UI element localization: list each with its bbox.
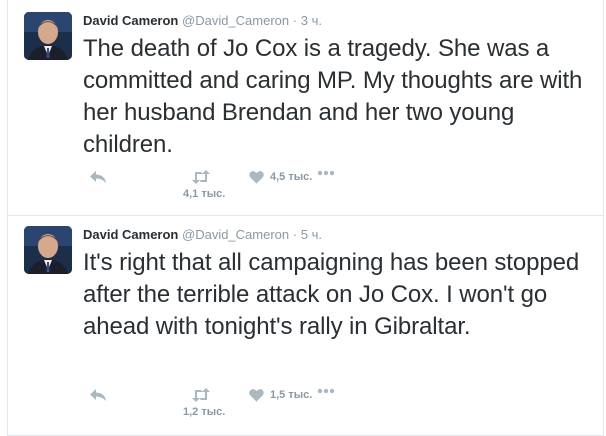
tweet-actions: 1,2 тыс. 1,5 тыс. xyxy=(83,384,383,424)
tweet-header: David Cameron @David_Cameron · 5 ч. xyxy=(83,226,322,244)
avatar[interactable] xyxy=(24,226,72,274)
reply-button[interactable] xyxy=(89,388,107,402)
reply-icon xyxy=(89,388,107,402)
retweet-count: 4,1 тыс. xyxy=(183,188,226,200)
retweet-button[interactable] xyxy=(191,170,211,184)
timeline: David Cameron @David_Cameron · 3 ч. The … xyxy=(7,0,604,436)
author-handle[interactable]: @David_Cameron xyxy=(182,13,289,28)
tweet-actions: 4,1 тыс. 4,5 тыс. xyxy=(83,166,383,206)
timestamp[interactable]: 5 ч. xyxy=(301,227,322,242)
author-name[interactable]: David Cameron xyxy=(83,13,178,28)
retweet-count: 1,2 тыс. xyxy=(183,406,226,418)
tweet-header: David Cameron @David_Cameron · 3 ч. xyxy=(83,12,322,30)
tweet[interactable]: David Cameron @David_Cameron · 5 ч. It's… xyxy=(8,216,603,436)
retweet-button[interactable] xyxy=(191,388,211,402)
retweet-icon xyxy=(191,170,211,184)
separator: · xyxy=(292,13,298,28)
more-button[interactable] xyxy=(317,388,335,394)
like-button[interactable]: 1,5 тыс. xyxy=(249,388,312,402)
reply-button[interactable] xyxy=(89,170,107,184)
like-count: 1,5 тыс. xyxy=(270,389,313,401)
tweet[interactable]: David Cameron @David_Cameron · 3 ч. The … xyxy=(8,0,603,216)
timestamp[interactable]: 3 ч. xyxy=(301,13,322,28)
separator: · xyxy=(292,227,298,242)
author-handle[interactable]: @David_Cameron xyxy=(182,227,289,242)
more-icon xyxy=(317,388,335,394)
heart-icon xyxy=(249,388,264,402)
more-icon xyxy=(317,170,335,176)
like-button[interactable]: 4,5 тыс. xyxy=(249,170,312,184)
more-button[interactable] xyxy=(317,170,335,176)
reply-icon xyxy=(89,170,107,184)
heart-icon xyxy=(249,170,264,184)
retweet-icon xyxy=(191,388,211,402)
like-count: 4,5 тыс. xyxy=(270,171,313,183)
author-name[interactable]: David Cameron xyxy=(83,227,178,242)
avatar[interactable] xyxy=(24,12,72,60)
tweet-text: It's right that all campaigning has been… xyxy=(83,249,580,340)
tweet-text: The death of Jo Cox is a tragedy. She wa… xyxy=(83,35,583,158)
